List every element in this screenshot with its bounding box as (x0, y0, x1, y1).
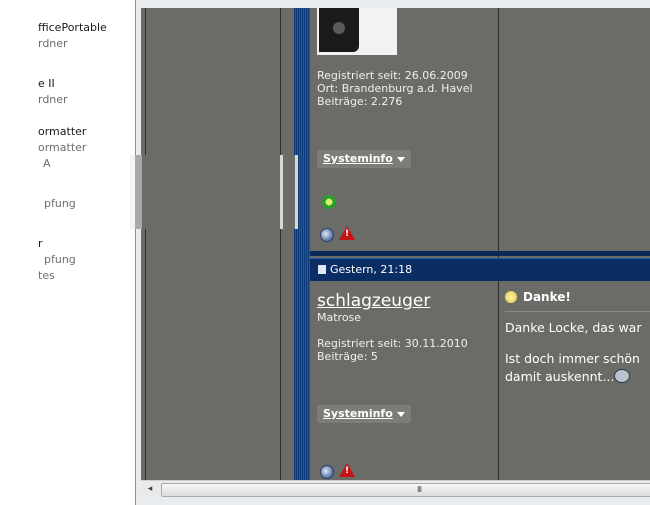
registered-since: Registriert seit: 30.11.2010 (317, 337, 468, 350)
post-separator (310, 251, 650, 256)
user-avatar (317, 8, 397, 55)
dropdown-arrow-icon (396, 411, 405, 417)
post-message-line: damit auskennt... (505, 369, 631, 384)
sidebar-item-type: tes (38, 269, 55, 282)
post-title: Danke! (505, 290, 571, 304)
report-post-icon[interactable] (339, 463, 355, 477)
column-divider (498, 8, 499, 480)
registered-since: Registriert seit: 26.06.2009 (317, 69, 468, 82)
post-title-text: Danke! (523, 290, 571, 304)
scrollbar-grip: III (417, 485, 422, 494)
post-date: Gestern, 21:18 (318, 264, 412, 276)
user-rank: Matrose (317, 311, 362, 324)
browser-window: Registriert seit: 26.06.2009 Ort: Brande… (135, 0, 650, 505)
dropdown-arrow-icon (396, 156, 405, 162)
user-location: Ort: Brandenburg a.d. Havel (317, 82, 473, 95)
sidebar-item-type: ormatter (38, 141, 87, 154)
column-divider (280, 8, 281, 480)
systeminfo-button[interactable]: Systeminfo (317, 150, 411, 168)
smiley-icon (614, 369, 631, 383)
column-divider (145, 8, 146, 480)
ip-icon[interactable] (320, 465, 334, 479)
report-post-icon[interactable] (339, 226, 355, 240)
scroll-left-arrow-icon[interactable]: ◂ (143, 483, 157, 496)
forum-content: Registriert seit: 26.06.2009 Ort: Brande… (141, 8, 650, 480)
systeminfo-button[interactable]: Systeminfo (317, 405, 411, 423)
sidebar-item-type: rdner (38, 93, 68, 106)
ip-icon[interactable] (320, 228, 334, 242)
scrollbar-thumb[interactable]: III (161, 483, 650, 497)
username-link[interactable]: schlagzeuger (317, 291, 430, 311)
sidebar-item[interactable]: e II (38, 77, 55, 91)
post-message-line: Ist doch immer schön (505, 351, 640, 366)
sidebar-item[interactable]: ormatter (38, 125, 86, 139)
sidebar-item-type: A (43, 157, 51, 170)
systeminfo-label: Systeminfo (323, 407, 393, 420)
explorer-sidebar: fficePortable rdner e II rdner ormatter … (0, 0, 137, 505)
thread-stripe (294, 8, 310, 480)
post-message-line: Danke Locke, das war (505, 320, 642, 335)
sidebar-item[interactable]: r (38, 237, 43, 251)
lightbulb-icon (505, 291, 517, 303)
sidebar-item-type: pfung (44, 253, 76, 266)
systeminfo-label: Systeminfo (323, 152, 393, 165)
status-star-icon (321, 194, 337, 210)
sidebar-item[interactable]: fficePortable (38, 21, 107, 35)
post-message-text: damit auskennt... (505, 369, 615, 384)
post-date-text: Gestern, 21:18 (330, 263, 413, 276)
horizontal-scrollbar[interactable]: ◂ III (141, 480, 650, 498)
post-title-divider (505, 311, 650, 312)
fan-avatar-image (319, 8, 359, 52)
sidebar-item-type: rdner (38, 37, 68, 50)
post-icon (318, 265, 326, 274)
sidebar-item-type: pfung (44, 197, 76, 210)
post-count: Beiträge: 2.276 (317, 95, 403, 108)
post-count: Beiträge: 5 (317, 350, 378, 363)
